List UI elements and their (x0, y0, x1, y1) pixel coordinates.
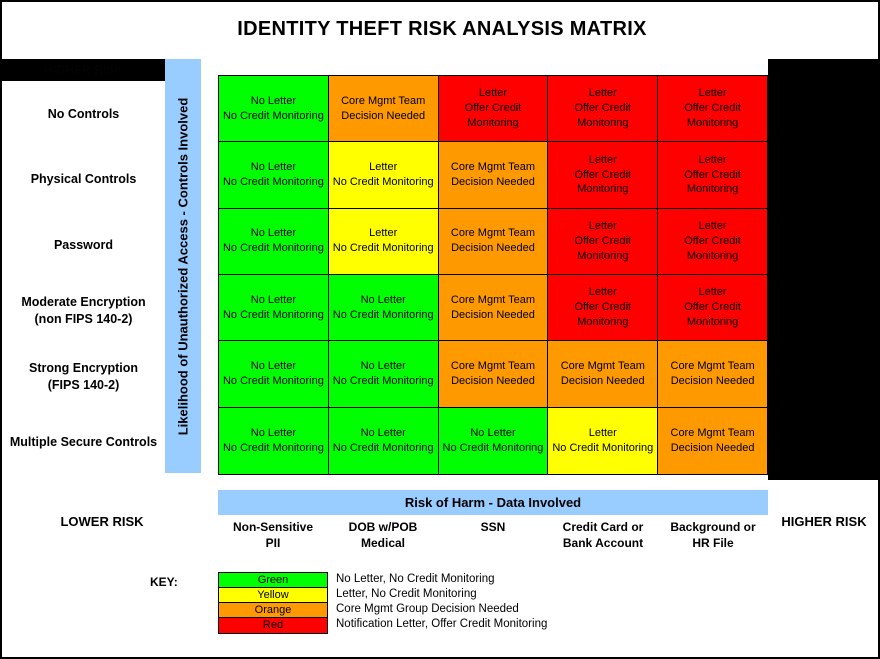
matrix-cell-r5-c2[interactable]: No Letter No Credit Monitoring (438, 407, 549, 474)
matrix-row: No Letter No Credit Monitoring Letter No Cr… (219, 208, 767, 275)
matrix-cell-r2-c4[interactable]: Letter Offer Credit Monitoring (658, 208, 767, 275)
matrix-cell-r3-c4[interactable]: Letter Offer Credit Monitoring (658, 274, 767, 342)
row-label-4: Strong Encryption (FIPS 140-2) (28, 361, 139, 392)
key-swatch-yellow: Yellow (219, 588, 327, 603)
matrix-row: No Letter No Credit Monitoring No Letter No… (219, 407, 767, 474)
matrix-cell-r0-c3[interactable]: Letter Offer Credit Monitoring (548, 76, 659, 143)
column-header-3: Credit Card or Bank Account (562, 520, 644, 551)
key-description-yellow: Letter, No Credit Monitoring (336, 588, 477, 600)
lower-risk-label: LOWER RISK (60, 514, 144, 529)
x-axis-column-headers: Non-Sensitive PII DOB w/POB Medical SSN Credi… (218, 517, 768, 557)
matrix-cell-r2-c3[interactable]: Letter Offer Credit Monitoring (548, 208, 659, 275)
row-label-1: Physical Controls (30, 172, 137, 187)
row-label-3: Moderate Encryption (non FIPS 140-2) (21, 295, 146, 326)
key-swatch-table: Green Yellow Orange Red (218, 572, 328, 634)
matrix-cell-r3-c1[interactable]: No Letter No Credit Monitoring (328, 274, 439, 342)
matrix-cell-r5-c3[interactable]: Letter No Credit Monitoring (548, 407, 659, 474)
y-axis-row-labels: No Controls Physical Controls Password Mode… (2, 81, 165, 475)
matrix-cell-r4-c1[interactable]: No Letter No Credit Monitoring (328, 341, 439, 408)
matrix-cell-r1-c3[interactable]: Letter Offer Credit Monitoring (548, 142, 659, 209)
key-swatch-orange: Orange (219, 603, 327, 618)
matrix-cell-r5-c1[interactable]: No Letter No Credit Monitoring (328, 407, 439, 474)
matrix-cell-r2-c0[interactable]: No Letter No Credit Monitoring (219, 208, 329, 275)
matrix-cell-r4-c0[interactable]: No Letter No Credit Monitoring (219, 341, 329, 408)
page-title: IDENTITY THEFT RISK ANALYSIS MATRIX (237, 18, 647, 40)
matrix-cell-r3-c2[interactable]: Core Mgmt Team Decision Needed (438, 274, 549, 342)
key-description-orange: Core Mgmt Group Decision Needed (336, 603, 519, 615)
column-header-1: DOB w/POB Medical (348, 520, 418, 551)
matrix-row: No Letter No Credit Monitoring Letter No Cr… (219, 142, 767, 209)
matrix-cell-r2-c2[interactable]: Core Mgmt Team Decision Needed (438, 208, 549, 275)
risk-matrix-page: IDENTITY THEFT RISK ANALYSIS MATRIX HIGH… (0, 0, 880, 659)
matrix-cell-r1-c0[interactable]: No Letter No Credit Monitoring (219, 142, 329, 209)
column-header-4: Background or HR File (670, 520, 756, 551)
decorative-black-bar-right (768, 59, 878, 480)
key-description-list: No Letter, No Credit Monitoring Letter, N… (336, 572, 756, 632)
matrix-row: No Letter No Credit Monitoring No Letter No… (219, 341, 767, 408)
matrix-cell-r4-c2[interactable]: Core Mgmt Team Decision Needed (438, 341, 549, 408)
matrix-cell-r3-c0[interactable]: No Letter No Credit Monitoring (219, 274, 329, 342)
matrix-cell-r5-c0[interactable]: No Letter No Credit Monitoring (219, 407, 329, 474)
key-description-red: Notification Letter, Offer Credit Monito… (336, 618, 548, 630)
matrix-cell-r0-c4[interactable]: Letter Offer Credit Monitoring (658, 76, 767, 143)
matrix-cell-r1-c2[interactable]: Core Mgmt Team Decision Needed (438, 142, 549, 209)
matrix-cell-r0-c0[interactable]: No Letter No Credit Monitoring (219, 76, 329, 143)
row-label-0: No Controls (47, 106, 120, 121)
x-axis-banner: Risk of Harm - Data Involved (218, 490, 768, 515)
key-label: KEY: (150, 575, 178, 589)
matrix-cell-r4-c3[interactable]: Core Mgmt Team Decision Needed (548, 341, 659, 408)
matrix-cell-r1-c4[interactable]: Letter Offer Credit Monitoring (658, 142, 767, 209)
hidden-higher-risk-label: HIGHER RISK (44, 63, 123, 77)
row-label-5: Multiple Secure Controls (9, 434, 158, 449)
higher-risk-label: HIGHER RISK (781, 514, 867, 529)
matrix-cell-r0-c1[interactable]: Core Mgmt Team Decision Needed (328, 76, 439, 143)
y-axis-title-text: Likelihood of Unauthorized Access - Cont… (175, 97, 191, 435)
column-header-2: SSN (480, 520, 506, 534)
matrix-cell-r0-c2[interactable]: Letter Offer Credit Monitoring (438, 76, 549, 143)
matrix-row: No Letter No Credit Monitoring No Letter No… (219, 274, 767, 342)
matrix-cell-r4-c4[interactable]: Core Mgmt Team Decision Needed (658, 341, 767, 408)
y-axis-title: Likelihood of Unauthorized Access - Cont… (165, 59, 201, 473)
matrix-row: No Letter No Credit Monitoring Core Mgmt T… (219, 76, 767, 143)
key-swatch-red: Red (219, 618, 327, 633)
key-swatch-green: Green (219, 573, 327, 588)
row-label-2: Password (53, 237, 114, 252)
column-header-0: Non-Sensitive PII (232, 520, 313, 551)
matrix-cell-r3-c3[interactable]: Letter Offer Credit Monitoring (548, 274, 659, 342)
risk-matrix-grid: No Letter No Credit Monitoring Core Mgmt T… (218, 75, 768, 475)
key-description-green: No Letter, No Credit Monitoring (336, 573, 495, 585)
matrix-cell-r5-c4[interactable]: Core Mgmt Team Decision Needed (658, 407, 767, 474)
matrix-cell-r1-c1[interactable]: Letter No Credit Monitoring (328, 142, 439, 209)
matrix-cell-r2-c1[interactable]: Letter No Credit Monitoring (328, 208, 439, 275)
